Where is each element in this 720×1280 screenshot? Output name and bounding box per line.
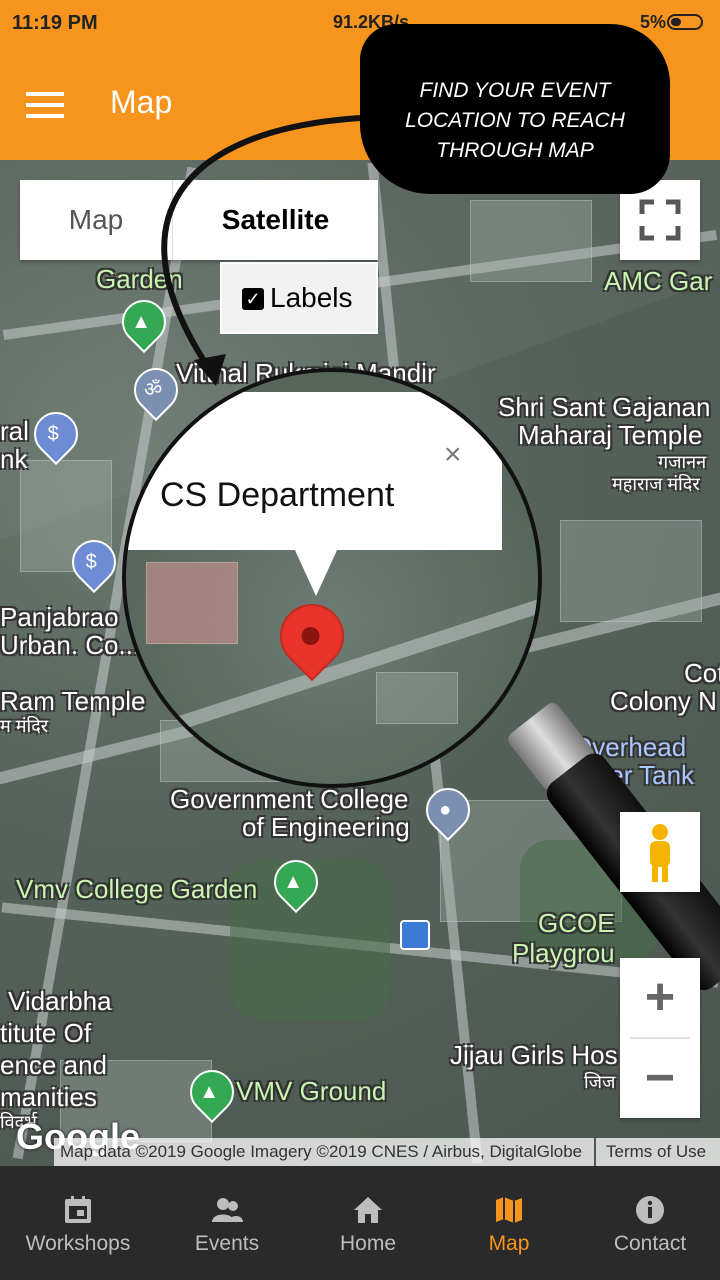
hamburger-menu-icon[interactable] xyxy=(26,92,64,118)
map-label-playground: Playgrou xyxy=(512,938,615,968)
map-label-vmv-garden: Vmv College Garden xyxy=(16,874,258,904)
map-label-maharaj-hi: महाराज मंदिर xyxy=(612,474,700,494)
zoom-out-button[interactable]: − xyxy=(620,1039,700,1118)
map-icon xyxy=(496,1197,522,1223)
map-label-ram-temple: Ram Temple xyxy=(0,686,146,716)
map-label-maharaj-temple: Maharaj Temple xyxy=(518,420,703,450)
map-label-jijau: Jijau Girls Hos xyxy=(450,1040,618,1070)
nav-map[interactable]: Map xyxy=(438,1166,580,1280)
map-label-vmv-ground: VMV Ground xyxy=(236,1076,387,1106)
zoom-in-button[interactable]: + xyxy=(620,958,700,1037)
pegman-icon xyxy=(650,824,670,882)
nav-contact[interactable]: Contact xyxy=(580,1166,720,1280)
battery-percent: 5% xyxy=(640,12,667,32)
map-label-institute: titute Of xyxy=(0,1018,92,1048)
info-icon xyxy=(636,1196,664,1224)
bottom-navigation: Workshops Events Home Map Contact xyxy=(0,1166,720,1280)
nav-label: Workshops xyxy=(25,1232,131,1255)
map-label-science: ence and xyxy=(0,1050,107,1080)
map-label-bank: nk xyxy=(0,444,28,474)
map-label-jijau-hi: जिज xyxy=(584,1072,616,1092)
bus-stop-icon[interactable] xyxy=(400,920,430,950)
calendar-icon xyxy=(65,1196,91,1223)
map-label-panjabrao: Panjabrao xyxy=(0,602,119,632)
map-label-amc: AMC Gar xyxy=(604,266,713,296)
map-label-humanities: manities xyxy=(0,1082,97,1112)
battery-icon xyxy=(667,14,703,30)
map-label-vidarbha: Vidarbha xyxy=(8,986,112,1016)
home-icon xyxy=(354,1197,382,1223)
map-attribution: Map data ©2019 Google Imagery ©2019 CNES… xyxy=(54,1138,594,1166)
nav-label: Contact xyxy=(613,1232,687,1255)
close-icon[interactable]: × xyxy=(444,440,462,470)
info-window-title: CS Department xyxy=(160,476,395,514)
map-label-ram-hi: म मंदिर xyxy=(0,716,49,736)
bank-marker-icon[interactable]: $ xyxy=(24,402,88,466)
nav-label: Map xyxy=(488,1232,530,1255)
map-label-urban: Urban. Co... xyxy=(0,630,141,660)
annotation-line1: FIND YOUR EVENT xyxy=(419,79,611,102)
map-label-gcoe: GCOE xyxy=(538,908,615,938)
terms-of-use-link[interactable]: Terms of Use xyxy=(596,1138,720,1166)
map-label-gajanan-hi: गजानन xyxy=(658,452,707,472)
magnifier-lens: CS Department × xyxy=(122,368,542,788)
nav-workshops[interactable]: Workshops xyxy=(0,1166,156,1280)
people-icon xyxy=(212,1198,243,1222)
map-label-gov-college: Government College xyxy=(170,784,409,814)
nav-home[interactable]: Home xyxy=(298,1166,438,1280)
info-window-tail xyxy=(294,548,338,596)
map-label-shri-sant: Shri Sant Gajanan xyxy=(498,392,711,422)
zoom-control: + − xyxy=(620,958,700,1118)
annotation-line2: LOCATION TO REACH THROUGH MAP xyxy=(405,109,625,162)
nav-events[interactable]: Events xyxy=(156,1166,298,1280)
map-label-rural: ral xyxy=(0,416,29,446)
map-label-engineering: of Engineering xyxy=(242,812,410,842)
annotation-callout: FIND YOUR EVENT LOCATION TO REACH THROUG… xyxy=(360,24,670,194)
annotation-arrow xyxy=(161,115,361,386)
nav-label: Home xyxy=(339,1232,397,1255)
status-time: 11:19 PM xyxy=(12,12,98,34)
map-label-cot: Cot xyxy=(684,658,720,688)
map-label-colony: Colony N xyxy=(610,686,717,716)
info-window: CS Department × xyxy=(126,392,502,550)
nav-label: Events xyxy=(194,1232,260,1255)
street-view-button[interactable] xyxy=(620,812,700,892)
